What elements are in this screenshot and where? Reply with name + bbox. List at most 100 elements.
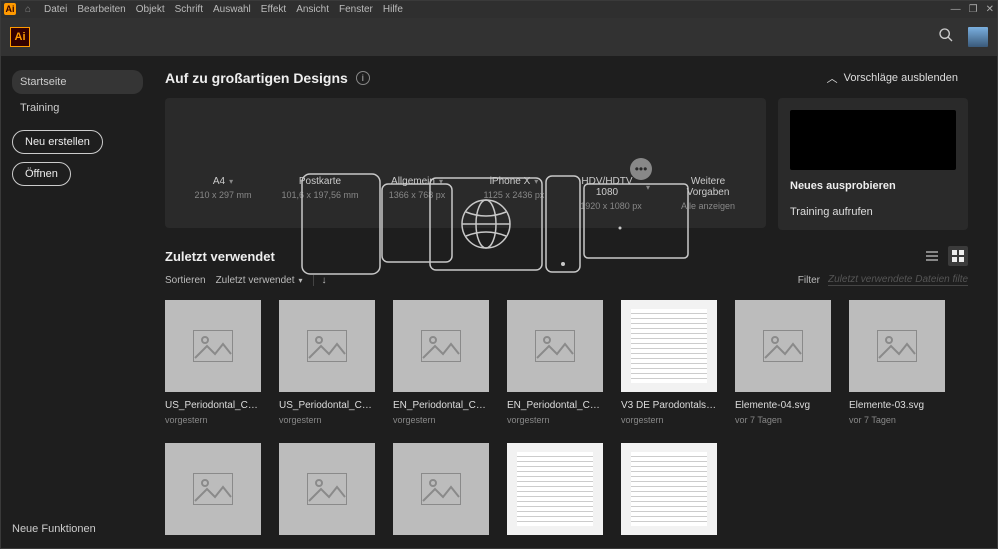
more-icon[interactable]: ••• [630, 158, 652, 180]
file-thumbnail [507, 300, 603, 392]
hide-suggestions-link[interactable]: ︿ Vorschläge ausblenden [827, 70, 958, 86]
sidebar: Startseite Training Neu erstellen Öffnen… [0, 56, 155, 549]
grid-view-icon[interactable] [948, 246, 968, 266]
info-icon[interactable]: i [356, 71, 370, 85]
file-thumbnail [849, 300, 945, 392]
sidebar-whatsnew[interactable]: Neue Funktionen [12, 523, 143, 535]
chevron-down-icon: ▾ [229, 177, 233, 186]
file-thumbnail [393, 443, 489, 535]
page-title-text: Auf zu großartigen Designs [165, 70, 348, 86]
file-thumbnail [279, 300, 375, 392]
home-icon[interactable]: ⌂ [22, 3, 34, 15]
try-link[interactable]: Training aufrufen [790, 206, 956, 218]
filter-label: Filter [798, 275, 820, 286]
chevron-down-icon: ▾ [534, 177, 538, 186]
file-card[interactable]: Elemente-04.svgvor 7 Tagen [735, 300, 831, 425]
user-avatar[interactable] [968, 27, 988, 47]
file-thumbnail [393, 300, 489, 392]
preset-postcard[interactable]: Postkarte 101,6 x 197,56 mm [281, 176, 359, 200]
preset-dim: 1366 x 768 px [378, 190, 456, 200]
preset-name: HDV/HDTV 1080 [572, 176, 642, 198]
menu-type[interactable]: Schrift [175, 4, 203, 15]
preset-panel: A4 ▾ 210 x 297 mm Postkarte 101,6 x 197,5… [165, 98, 766, 228]
file-name: US_Periodontal_Chart_Scoring… [279, 400, 375, 411]
list-view-icon[interactable] [922, 246, 942, 266]
file-thumbnail [165, 443, 261, 535]
chevron-down-icon: ▾ [439, 177, 443, 186]
menu-window[interactable]: Fenster [339, 4, 373, 15]
file-date: vorgestern [621, 415, 717, 425]
content-area: Auf zu großartigen Designs i ︿ Vorschläg… [155, 56, 998, 549]
file-card[interactable] [279, 443, 375, 535]
file-thumbnail [735, 300, 831, 392]
file-name: US_Periodontal_Chart_Scoring… [165, 400, 261, 411]
try-title: Neues ausprobieren [790, 180, 956, 192]
preset-dim: 210 x 297 mm [184, 190, 262, 200]
sidebar-item-home[interactable]: Startseite [12, 70, 143, 94]
menu-edit[interactable]: Bearbeiten [77, 4, 125, 15]
preset-hdtv[interactable]: HDV/HDTV 1080 ▾ 1920 x 1080 px [572, 176, 650, 211]
file-card[interactable]: V3 DE Parodontalstatus_svg_gri…vorgester… [621, 300, 717, 425]
hide-suggestions-label: Vorschläge ausblenden [844, 72, 958, 84]
recent-grid: US_Periodontal_Chart_Scoring…vorgesternU… [165, 300, 968, 535]
file-name: EN_Periodontal_Chart_Scoring… [507, 400, 603, 411]
file-card[interactable]: US_Periodontal_Chart_Scoring… vorgestern [165, 300, 261, 425]
sidebar-item-training[interactable]: Training [12, 96, 143, 120]
preset-name: Allgemein [391, 176, 435, 187]
menubar: Ai ⌂ Datei Bearbeiten Objekt Schrift Aus… [0, 0, 998, 18]
menu-select[interactable]: Auswahl [213, 4, 251, 15]
file-card[interactable]: Elemente-03.svgvor 7 Tagen [849, 300, 945, 425]
file-card[interactable]: US_Periodontal_Chart_Scoring… vorgestern [279, 300, 375, 425]
preset-dim: 1920 x 1080 px [572, 201, 650, 211]
file-date: vorgestern [165, 415, 261, 425]
window-minimize-icon[interactable]: — [951, 4, 961, 15]
window-close-icon[interactable]: ✕ [986, 4, 994, 15]
preset-name: A4 [213, 176, 225, 187]
file-thumbnail [621, 300, 717, 392]
file-card[interactable] [165, 443, 261, 535]
menu-object[interactable]: Objekt [136, 4, 165, 15]
file-card[interactable]: EN_Periodontal_Chart_Scoring… vorgestern [507, 300, 603, 425]
preset-general[interactable]: Allgemein ▾ 1366 x 768 px [378, 176, 456, 200]
file-date: vor 7 Tagen [849, 415, 945, 425]
file-card[interactable]: EN_Periodontal_Chart_Scoring… vorgestern [393, 300, 489, 425]
file-card[interactable] [621, 443, 717, 535]
file-card[interactable] [393, 443, 489, 535]
menu-help[interactable]: Hilfe [383, 4, 403, 15]
file-thumbnail [279, 443, 375, 535]
sort-label: Sortieren [165, 275, 206, 286]
app-logo-icon: Ai [10, 27, 30, 47]
file-date: vorgestern [507, 415, 603, 425]
file-thumbnail [621, 443, 717, 535]
menu-file[interactable]: Datei [44, 4, 67, 15]
filter-input[interactable] [828, 274, 968, 286]
preset-more[interactable]: Weitere Vorgaben Alle anzeigen [669, 176, 747, 211]
sort-direction-icon[interactable]: ↓ [313, 275, 327, 286]
window-restore-icon[interactable]: ❐ [969, 4, 978, 15]
file-date: vorgestern [279, 415, 375, 425]
try-panel: Neues ausprobieren Training aufrufen [778, 98, 968, 230]
sort-value: Zuletzt verwendet [216, 275, 295, 286]
chevron-down-icon: ▾ [299, 276, 303, 285]
file-name: Elemente-04.svg [735, 400, 831, 411]
new-button[interactable]: Neu erstellen [12, 130, 103, 154]
file-thumbnail [507, 443, 603, 535]
open-button[interactable]: Öffnen [12, 162, 71, 186]
sort-dropdown[interactable]: Zuletzt verwendet ▾ [216, 275, 303, 286]
file-name: EN_Periodontal_Chart_Scoring… [393, 400, 489, 411]
recent-title: Zuletzt verwendet [165, 249, 275, 264]
chevron-down-icon: ▾ [646, 183, 650, 192]
preset-dim: 1125 x 2436 px [475, 190, 553, 200]
chevron-up-icon: ︿ [827, 70, 838, 86]
header-bar: Ai [0, 18, 998, 56]
file-date: vorgestern [393, 415, 489, 425]
menu-view[interactable]: Ansicht [296, 4, 329, 15]
search-icon[interactable] [938, 27, 954, 48]
menu-effect[interactable]: Effekt [261, 4, 286, 15]
preset-iphonex[interactable]: iPhone X▾ 1125 x 2436 px [475, 176, 553, 200]
preset-a4[interactable]: A4 ▾ 210 x 297 mm [184, 176, 262, 200]
file-card[interactable] [507, 443, 603, 535]
preset-dim: 101,6 x 197,56 mm [281, 190, 359, 200]
preset-name: Weitere Vorgaben [669, 176, 747, 198]
file-thumbnail [165, 300, 261, 392]
